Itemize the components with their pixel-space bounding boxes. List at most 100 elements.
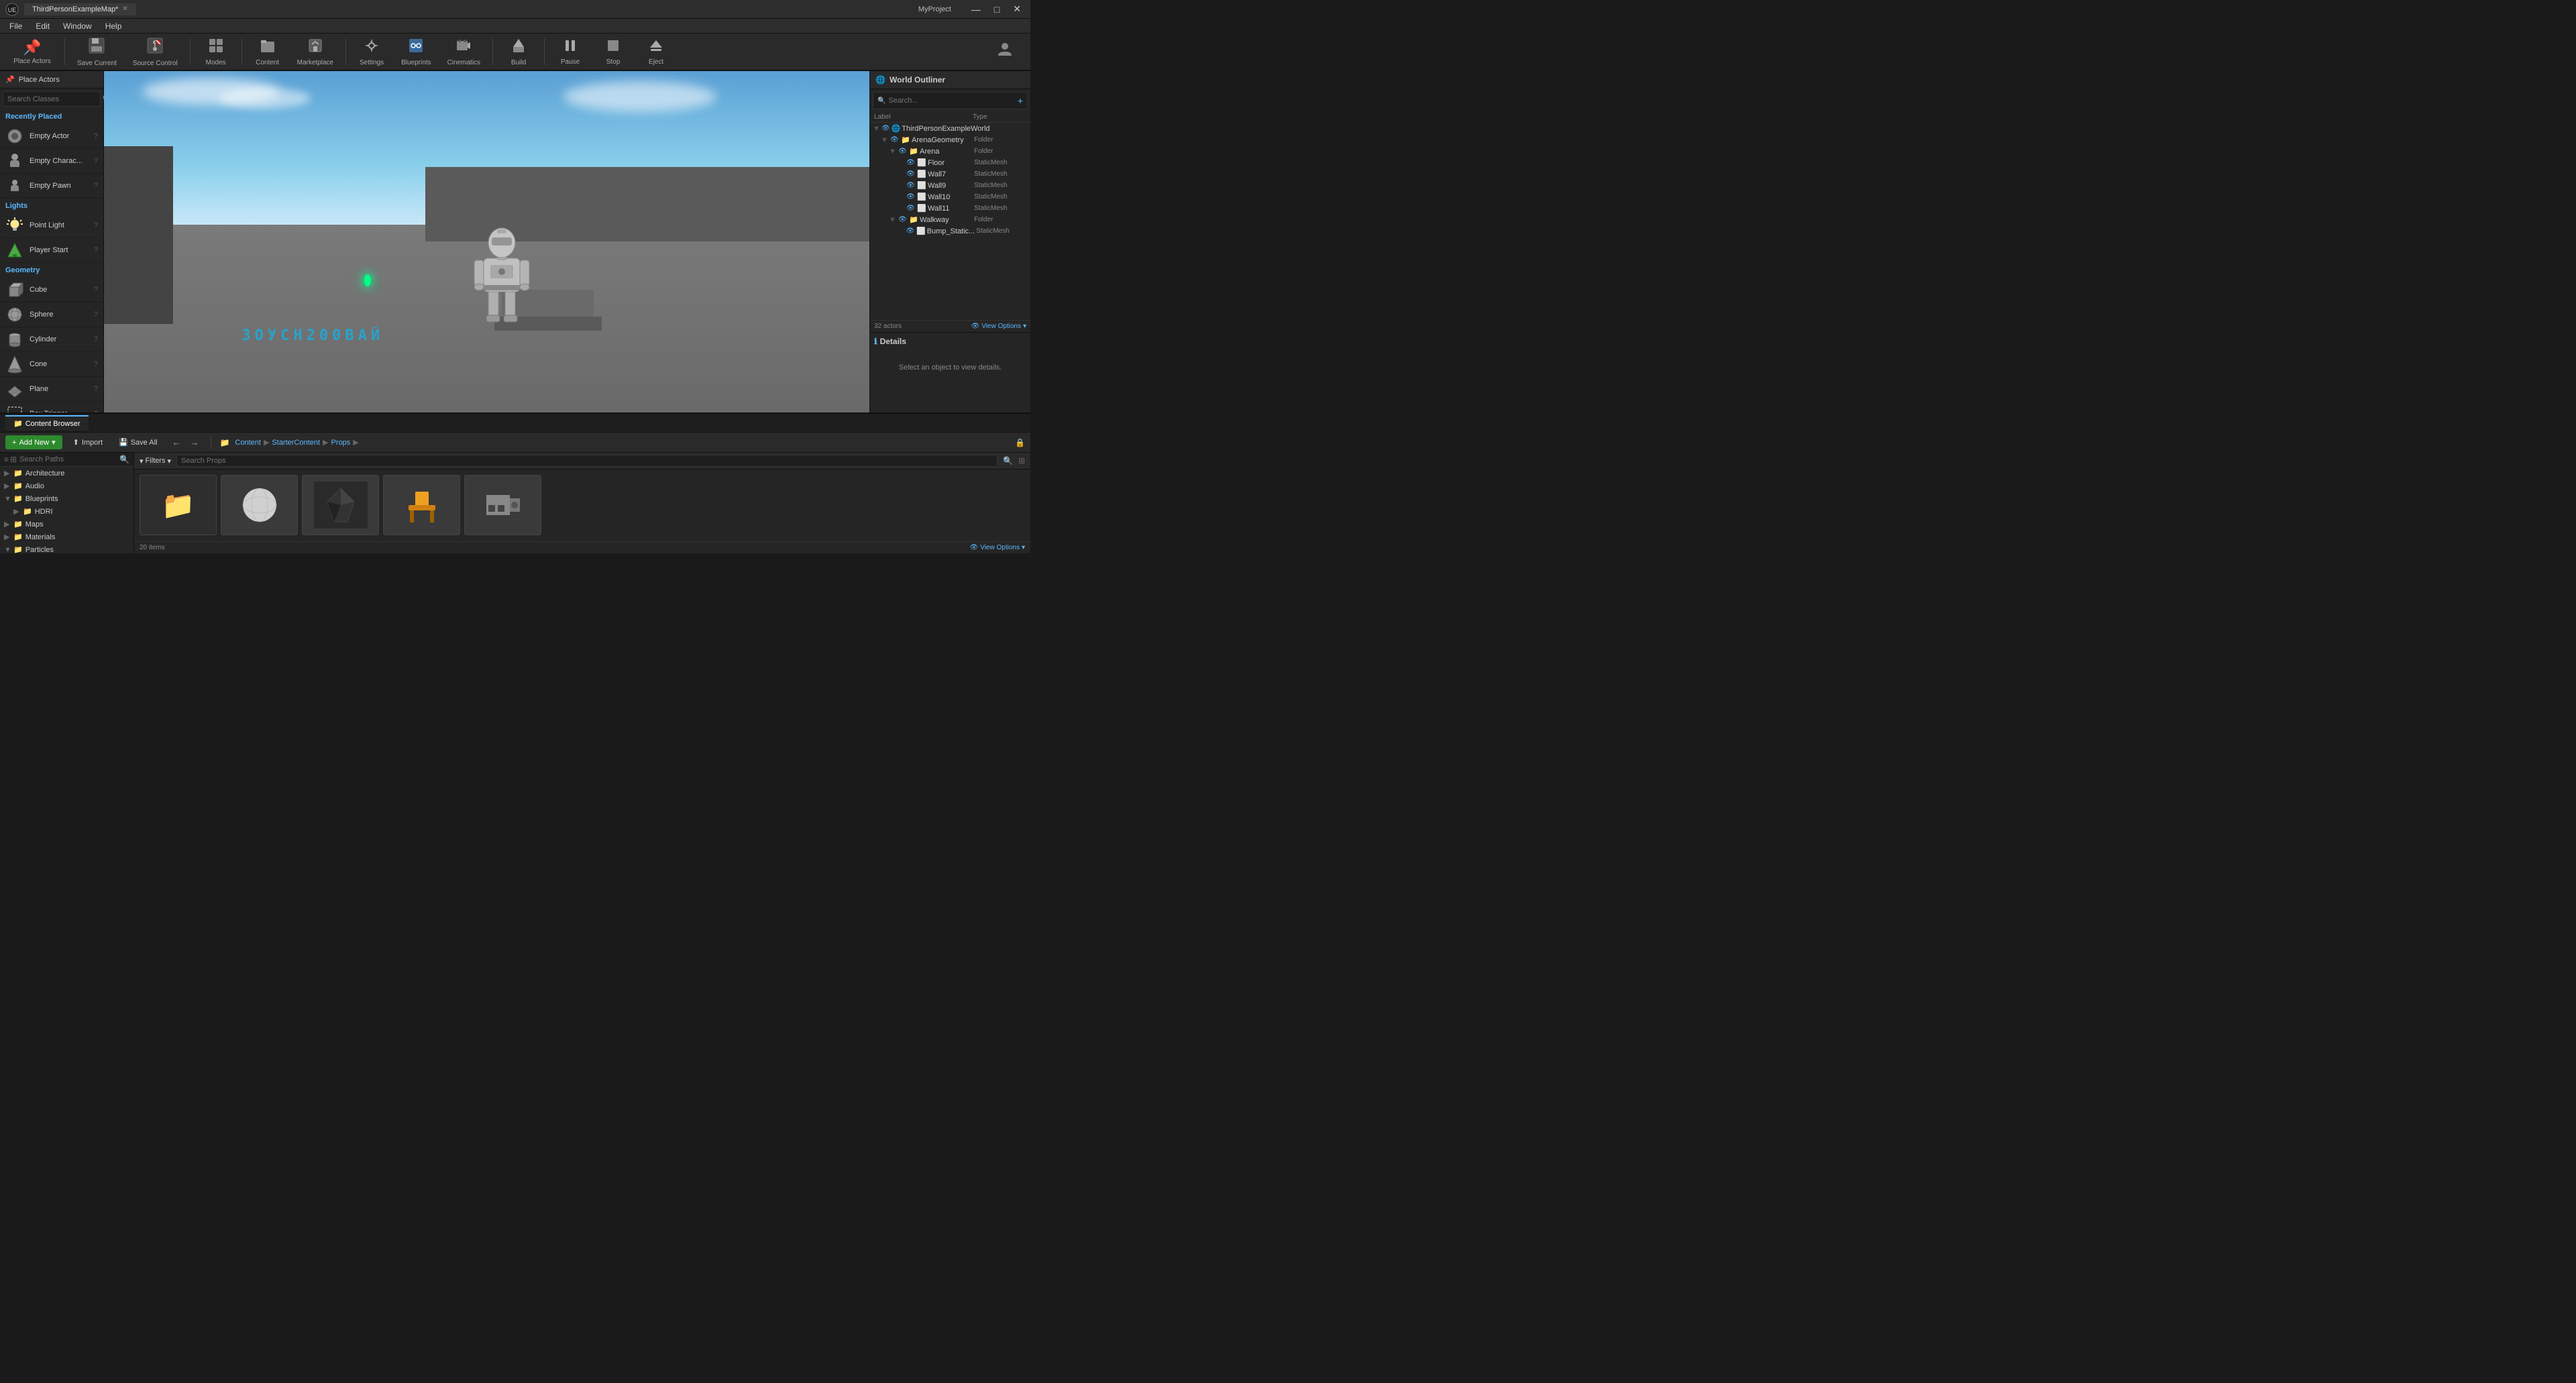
import-btn[interactable]: ⬆ Import: [68, 436, 108, 449]
content-search-bar[interactable]: ≡ ⊞ 🔍: [0, 453, 133, 467]
folder-materials[interactable]: ▶ 📁 Materials: [0, 531, 133, 543]
add-new-btn[interactable]: + Add New ▾: [5, 435, 62, 449]
vis-wall10[interactable]: 👁: [906, 193, 916, 201]
place-actors-btn[interactable]: 📌 Place Actors: [5, 35, 59, 68]
actor-empty-character[interactable]: Empty Charac... ?: [0, 149, 103, 174]
content-search-input[interactable]: [19, 455, 117, 463]
breadcrumb-props[interactable]: Props: [331, 439, 350, 447]
pause-btn[interactable]: Pause: [550, 35, 590, 68]
source-control-btn[interactable]: Source Control: [126, 35, 184, 68]
nav-forward-btn[interactable]: →: [186, 436, 203, 449]
tab-content-browser[interactable]: 📁 Content Browser: [5, 415, 89, 431]
actor-cylinder[interactable]: Cylinder ?: [0, 327, 103, 352]
tab-map[interactable]: ThirdPersonExampleMap* ✕: [24, 3, 136, 15]
vis-wall7[interactable]: 👁: [906, 170, 916, 178]
vis-floor[interactable]: 👁: [906, 159, 916, 166]
search-classes-input[interactable]: [7, 95, 103, 103]
save-current-btn[interactable]: Save Current: [70, 35, 123, 68]
actor-cube[interactable]: Cube ?: [0, 278, 103, 302]
actor-box-trigger[interactable]: Box Trigger ?: [0, 402, 103, 412]
menu-file[interactable]: File: [3, 20, 29, 32]
filter-btn-left[interactable]: ⊞: [10, 455, 17, 464]
menu-help[interactable]: Help: [99, 20, 129, 32]
viewport[interactable]: ЗОУСН200ВАЙ: [104, 71, 869, 412]
user-btn[interactable]: [985, 35, 1025, 68]
folder-hdri[interactable]: ▶ 📁 HDRI: [0, 505, 133, 518]
outliner-add-icon[interactable]: +: [1018, 95, 1023, 106]
actor-player-start[interactable]: Player Start ?: [0, 238, 103, 263]
modes-btn[interactable]: Modes: [196, 35, 236, 68]
menu-edit[interactable]: Edit: [29, 20, 56, 32]
menu-window[interactable]: Window: [56, 20, 99, 32]
tree-item-wall9[interactable]: ▶ 👁 ⬜ Wall9 StaticMesh: [870, 180, 1030, 191]
actor-cone[interactable]: Cone ?: [0, 352, 103, 377]
folder-particles[interactable]: ▼ 📁 Particles: [0, 543, 133, 553]
tree-item-wall10[interactable]: ▶ 👁 ⬜ Wall10 StaticMesh: [870, 191, 1030, 203]
folder-audio[interactable]: ▶ 📁 Audio: [0, 480, 133, 492]
folder-thumb[interactable]: 📁: [140, 475, 217, 535]
vis-bump[interactable]: 👁: [906, 227, 915, 235]
window-close[interactable]: ✕: [1009, 2, 1025, 16]
content-filter-search[interactable]: [176, 455, 998, 467]
asset-dark-material[interactable]: [302, 475, 379, 535]
search-classes-bar[interactable]: 🔍: [3, 91, 101, 107]
actor-empty-actor[interactable]: Empty Actor ?: [0, 124, 103, 149]
expand-blueprints: ▼: [4, 495, 11, 503]
view-options-btn[interactable]: 👁 View Options ▾: [971, 323, 1026, 330]
tree-item-wall11[interactable]: ▶ 👁 ⬜ Wall11 StaticMesh: [870, 203, 1030, 214]
outliner-search-bar[interactable]: 🔍 +: [873, 92, 1028, 109]
tree-item-floor[interactable]: ▶ 👁 ⬜ Floor StaticMesh: [870, 157, 1030, 168]
category-lights[interactable]: Lights: [0, 199, 103, 213]
stop-btn[interactable]: Stop: [593, 35, 633, 68]
window-maximize[interactable]: □: [990, 3, 1004, 16]
vis-arena[interactable]: 👁: [898, 148, 908, 155]
marketplace-btn[interactable]: Marketplace: [290, 35, 340, 68]
vis-wall11[interactable]: 👁: [906, 205, 916, 212]
blueprints-btn[interactable]: Blueprints: [394, 35, 437, 68]
vis-walkway[interactable]: 👁: [898, 216, 908, 223]
vis-wall9[interactable]: 👁: [906, 182, 916, 189]
folder-blueprints[interactable]: ▼ 📁 Blueprints: [0, 492, 133, 505]
tree-item-wall7[interactable]: ▶ 👁 ⬜ Wall7 StaticMesh: [870, 168, 1030, 180]
category-recently-placed[interactable]: Recently Placed: [0, 109, 103, 124]
tree-item-arena-geometry[interactable]: ▼ 👁 📁 ArenaGeometry Folder: [870, 134, 1030, 146]
eject-btn[interactable]: Eject: [636, 35, 676, 68]
folder-architecture[interactable]: ▶ 📁 Architecture: [0, 467, 133, 480]
expand-audio: ▶: [4, 482, 11, 490]
cinematics-btn[interactable]: Cinematics: [441, 35, 487, 68]
marketplace-label: Marketplace: [297, 59, 333, 66]
tree-item-walkway[interactable]: ▼ 👁 📁 Walkway Folder: [870, 214, 1030, 225]
grid-view-icon[interactable]: ⊞: [1018, 456, 1025, 465]
content-btn[interactable]: Content: [248, 35, 288, 68]
tree-item-bump-static[interactable]: ▶ 👁 ⬜ Bump_Static... StaticMesh: [870, 225, 1030, 237]
actor-plane[interactable]: Plane ?: [0, 377, 103, 402]
window-minimize[interactable]: —: [967, 3, 985, 16]
vis-arena-geo[interactable]: 👁: [890, 136, 900, 144]
tree-item-world[interactable]: ▼ 👁 🌐 ThirdPersonExampleWorld: [870, 123, 1030, 134]
breadcrumb-starter[interactable]: StarterContent: [272, 439, 320, 447]
breadcrumb-content[interactable]: Content: [235, 439, 261, 447]
lock-icon[interactable]: 🔒: [1015, 438, 1025, 447]
asset-sphere[interactable]: [221, 475, 298, 535]
category-geometry[interactable]: Geometry: [0, 263, 103, 278]
tab-close[interactable]: ✕: [122, 5, 127, 13]
tree-icon-btn[interactable]: ≡: [4, 455, 9, 464]
vis-world[interactable]: 👁: [881, 125, 890, 132]
tree-item-arena[interactable]: ▼ 👁 📁 Arena Folder: [870, 146, 1030, 157]
asset-chair[interactable]: [383, 475, 460, 535]
settings-btn[interactable]: Settings: [352, 35, 392, 68]
actor-sphere[interactable]: Sphere ?: [0, 302, 103, 327]
folder-maps[interactable]: ▶ 📁 Maps: [0, 518, 133, 531]
save-all-btn[interactable]: 💾 Save All: [113, 436, 162, 449]
materials-folder-icon: 📁: [13, 533, 23, 541]
main-area: 📌 Place Actors 🔍 Recently Placed Empty A…: [0, 71, 1030, 412]
nav-back-btn[interactable]: ←: [168, 436, 184, 449]
asset-block[interactable]: [464, 475, 541, 535]
outliner-search-input[interactable]: [888, 97, 1014, 105]
build-btn[interactable]: Build: [498, 35, 539, 68]
filters-btn[interactable]: ▾ Filters ▾: [140, 457, 171, 465]
content-view-options-btn[interactable]: 👁 View Options ▾: [970, 544, 1025, 551]
icon-floor: ⬜: [917, 158, 926, 167]
actor-point-light[interactable]: Point Light ?: [0, 213, 103, 238]
actor-empty-pawn[interactable]: Empty Pawn ?: [0, 174, 103, 199]
